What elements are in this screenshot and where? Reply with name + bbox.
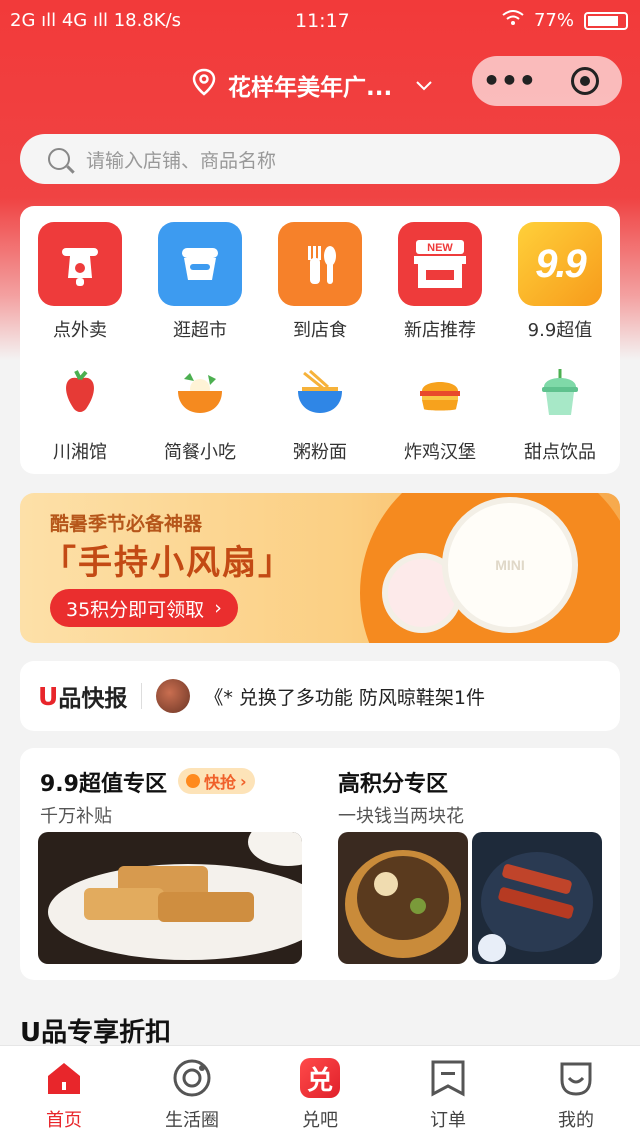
mini-fan-image: MINI — [442, 497, 578, 633]
tab-label: 兑吧 — [302, 1110, 338, 1131]
wifi-icon — [502, 10, 524, 31]
search-icon — [48, 148, 70, 170]
flame-icon — [186, 774, 200, 788]
promo-banner[interactable]: 酷暑季节必备神器 「手持小风扇」 35积分即可领取 › MINI — [20, 493, 620, 643]
news-logo-u: U — [38, 681, 59, 711]
news-logo: U 品快报 — [38, 679, 127, 713]
tab-home[interactable]: 首页 — [0, 1046, 128, 1137]
tab-label: 我的 — [558, 1110, 594, 1131]
category-desserts-drinks[interactable]: 甜点饮品 — [500, 366, 620, 464]
chevron-down-icon — [416, 76, 432, 95]
battery-icon — [584, 11, 628, 30]
banner-cta-label: 35积分即可领取 — [66, 598, 205, 621]
nine-nine-badge: 9.9 — [535, 241, 587, 286]
category-nine-nine[interactable]: 9.9 9.9超值 — [500, 222, 620, 342]
category-label: 简餐小吃 — [164, 442, 236, 463]
category-row-primary: 点外卖 逛超市 到店食 NEW 新店推荐 9.9 9.9超值 — [20, 222, 620, 342]
burger-icon — [413, 366, 467, 420]
life-circle-icon — [172, 1058, 212, 1098]
search-bar[interactable]: 请输入店铺、商品名称 — [20, 134, 620, 184]
category-sichuan-hunan[interactable]: 川湘馆 — [20, 366, 140, 464]
search-placeholder: 请输入店铺、商品名称 — [86, 149, 277, 172]
section-title: U品专享折扣 — [20, 1018, 172, 1048]
new-badge-text: NEW — [427, 242, 453, 254]
close-miniprogram-button[interactable] — [547, 67, 622, 95]
noodle-bowl-icon — [293, 366, 347, 420]
network-status: 2G ıll 4G ıll 18.8K/s — [10, 10, 182, 31]
scooter-icon — [38, 222, 122, 306]
fork-spoon-icon — [278, 222, 362, 306]
basket-icon — [158, 222, 242, 306]
category-dine-in[interactable]: 到店食 — [260, 222, 380, 342]
battery-percent: 77% — [533, 10, 574, 31]
status-bar: 2G ıll 4G ıll 18.8K/s 11:17 77% — [0, 0, 640, 44]
category-takeout[interactable]: 点外卖 — [20, 222, 140, 342]
title-bar: 花样年美年广... ••• — [0, 54, 640, 110]
fast-grab-tag[interactable]: 快抢 › — [178, 768, 255, 794]
skewer-dish-image — [472, 832, 602, 964]
clock: 11:17 — [295, 10, 350, 32]
category-label: 逛超市 — [173, 320, 227, 341]
drink-icon — [533, 366, 587, 420]
category-label: 新店推荐 — [404, 320, 476, 341]
tag-label: 快抢 — [204, 773, 237, 792]
nine-nine-icon: 9.9 — [518, 222, 602, 306]
location-pin-icon — [192, 68, 216, 102]
zone-subtitle: 一块钱当两块花 — [338, 806, 464, 827]
category-fried-chicken-burger[interactable]: 炸鸡汉堡 — [380, 366, 500, 464]
rice-bowl-icon — [173, 366, 227, 420]
exchange-glyph: 兑 — [300, 1058, 340, 1098]
news-logo-text: 品快报 — [58, 686, 128, 712]
tab-label: 订单 — [430, 1110, 466, 1131]
exchange-icon: 兑 — [300, 1058, 340, 1098]
profile-icon — [556, 1058, 596, 1098]
category-label: 粥粉面 — [293, 442, 347, 463]
location-selector[interactable]: 花样年美年广... — [192, 68, 432, 102]
target-icon — [570, 67, 599, 95]
new-store-icon: NEW — [398, 222, 482, 306]
toast-dish-image — [38, 832, 302, 964]
category-card: 点外卖 逛超市 到店食 NEW 新店推荐 9.9 9.9超值 川湘馆 简餐小吃 … — [20, 206, 620, 474]
divider — [141, 683, 143, 709]
bottom-tab-bar: 首页 生活圈 兑 兑吧 订单 我的 — [0, 1045, 640, 1137]
more-button[interactable]: ••• — [472, 67, 547, 95]
chevron-right-icon: › — [214, 597, 222, 619]
category-label: 到店食 — [293, 320, 347, 341]
news-ticker[interactable]: U 品快报 《* 兑换了多功能 防风晾鞋架1件 — [20, 661, 620, 731]
tab-orders[interactable]: 订单 — [384, 1046, 512, 1137]
category-noodles[interactable]: 粥粉面 — [260, 366, 380, 464]
category-label: 炸鸡汉堡 — [404, 442, 476, 463]
banner-subtitle: 酷暑季节必备神器 — [50, 513, 203, 535]
deal-zones-card: 9.9超值专区 快抢 › 千万补贴 高积分专区 一块钱当两块花 — [20, 748, 620, 980]
location-name: 花样年美年广... — [228, 75, 393, 101]
category-label: 点外卖 — [53, 320, 107, 341]
tab-life-circle[interactable]: 生活圈 — [128, 1046, 256, 1137]
fan-brand: MINI — [495, 557, 525, 573]
banner-headline: 「手持小风扇」 — [42, 543, 294, 583]
category-snacks[interactable]: 简餐小吃 — [140, 366, 260, 464]
category-supermarket[interactable]: 逛超市 — [140, 222, 260, 342]
category-label: 9.9超值 — [527, 320, 593, 341]
miniprogram-capsule: ••• — [472, 56, 622, 106]
home-icon — [44, 1058, 84, 1098]
category-new-stores[interactable]: NEW 新店推荐 — [380, 222, 500, 342]
category-label: 川湘馆 — [53, 442, 107, 463]
stew-dish-image — [338, 832, 468, 964]
zone-title: 9.9超值专区 — [40, 772, 167, 797]
category-label: 甜点饮品 — [524, 442, 596, 463]
zone-title: 高积分专区 — [338, 772, 449, 797]
tab-label: 首页 — [46, 1110, 82, 1131]
banner-claim-button[interactable]: 35积分即可领取 › — [50, 589, 238, 627]
category-row-secondary: 川湘馆 简餐小吃 粥粉面 炸鸡汉堡 甜点饮品 — [20, 366, 620, 464]
chili-icon — [53, 366, 107, 420]
tab-exchange[interactable]: 兑 兑吧 — [256, 1046, 384, 1137]
tab-profile[interactable]: 我的 — [512, 1046, 640, 1137]
zone-subtitle: 千万补贴 — [40, 806, 112, 827]
order-icon — [428, 1058, 468, 1098]
tab-label: 生活圈 — [165, 1110, 219, 1131]
chevron-right-icon: › — [240, 771, 247, 791]
avatar — [156, 679, 191, 713]
news-message: 《* 兑换了多功能 防风晾鞋架1件 — [204, 686, 485, 709]
